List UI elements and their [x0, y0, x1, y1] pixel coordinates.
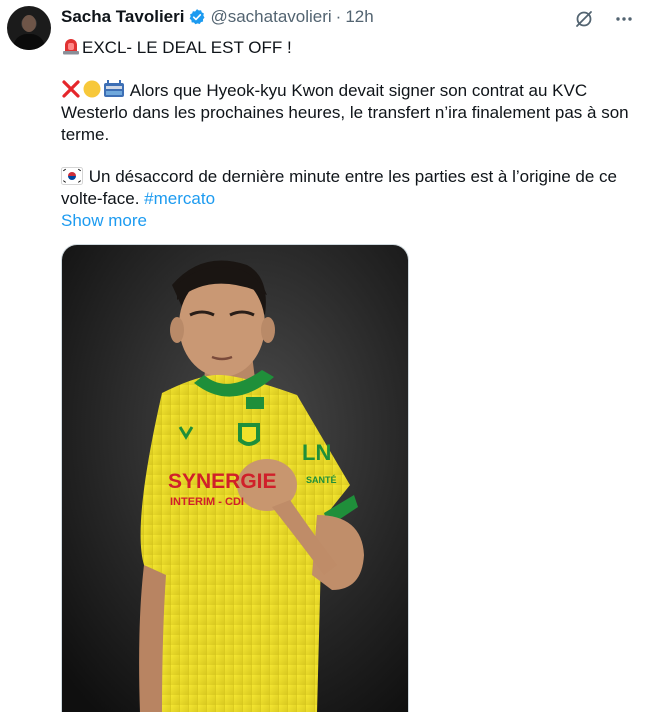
tweet[interactable]: Sacha Tavolieri @sachatavolieri · 12h EX…: [0, 0, 647, 712]
player-photo: SYNERGIE INTERIM - CDI LN SANTÉ: [62, 245, 408, 712]
south-korea-flag-icon: [61, 167, 83, 185]
sleeve-text: SANTÉ: [306, 475, 337, 485]
hashtag-mercato[interactable]: #mercato: [144, 189, 215, 208]
avatar-shoulders: [13, 34, 45, 50]
headline-text: EXCL- LE DEAL EST OFF !: [82, 38, 292, 57]
grok-icon[interactable]: [573, 8, 595, 30]
tweet-paragraph-3: Un désaccord de dernière minute entre le…: [61, 166, 639, 210]
separator-dot: ·: [335, 7, 342, 26]
yellow-circle-icon: [83, 80, 101, 98]
stadium-icon: [104, 80, 124, 97]
show-more-link[interactable]: Show more: [61, 210, 147, 232]
tweet-paragraph-2: Alors que Hyeok-kyu Kwon devait signer s…: [61, 79, 639, 146]
header-actions: [573, 8, 635, 30]
tweet-headline: EXCL- LE DEAL EST OFF !: [61, 36, 639, 59]
post-time[interactable]: 12h: [345, 7, 373, 27]
sponsor-line1: SYNERGIE: [168, 470, 277, 493]
cross-mark-icon: [62, 80, 80, 98]
sponsor-line2: INTERIM - CDI: [170, 496, 244, 508]
author-handle[interactable]: @sachatavolieri: [210, 7, 331, 27]
verified-badge-icon: [190, 9, 205, 25]
author-name[interactable]: Sacha Tavolieri: [61, 7, 184, 27]
more-options-icon[interactable]: [613, 8, 635, 30]
sleeve-logo: LN: [302, 440, 331, 465]
avatar-face: [22, 15, 36, 32]
tweet-header: Sacha Tavolieri @sachatavolieri · 12h: [61, 6, 374, 28]
rotating-light-icon: [63, 39, 79, 55]
avatar[interactable]: [7, 6, 51, 50]
media-photo[interactable]: SYNERGIE INTERIM - CDI LN SANTÉ: [61, 244, 409, 712]
paragraph-2-text: Alors que Hyeok-kyu Kwon devait signer s…: [61, 81, 629, 144]
